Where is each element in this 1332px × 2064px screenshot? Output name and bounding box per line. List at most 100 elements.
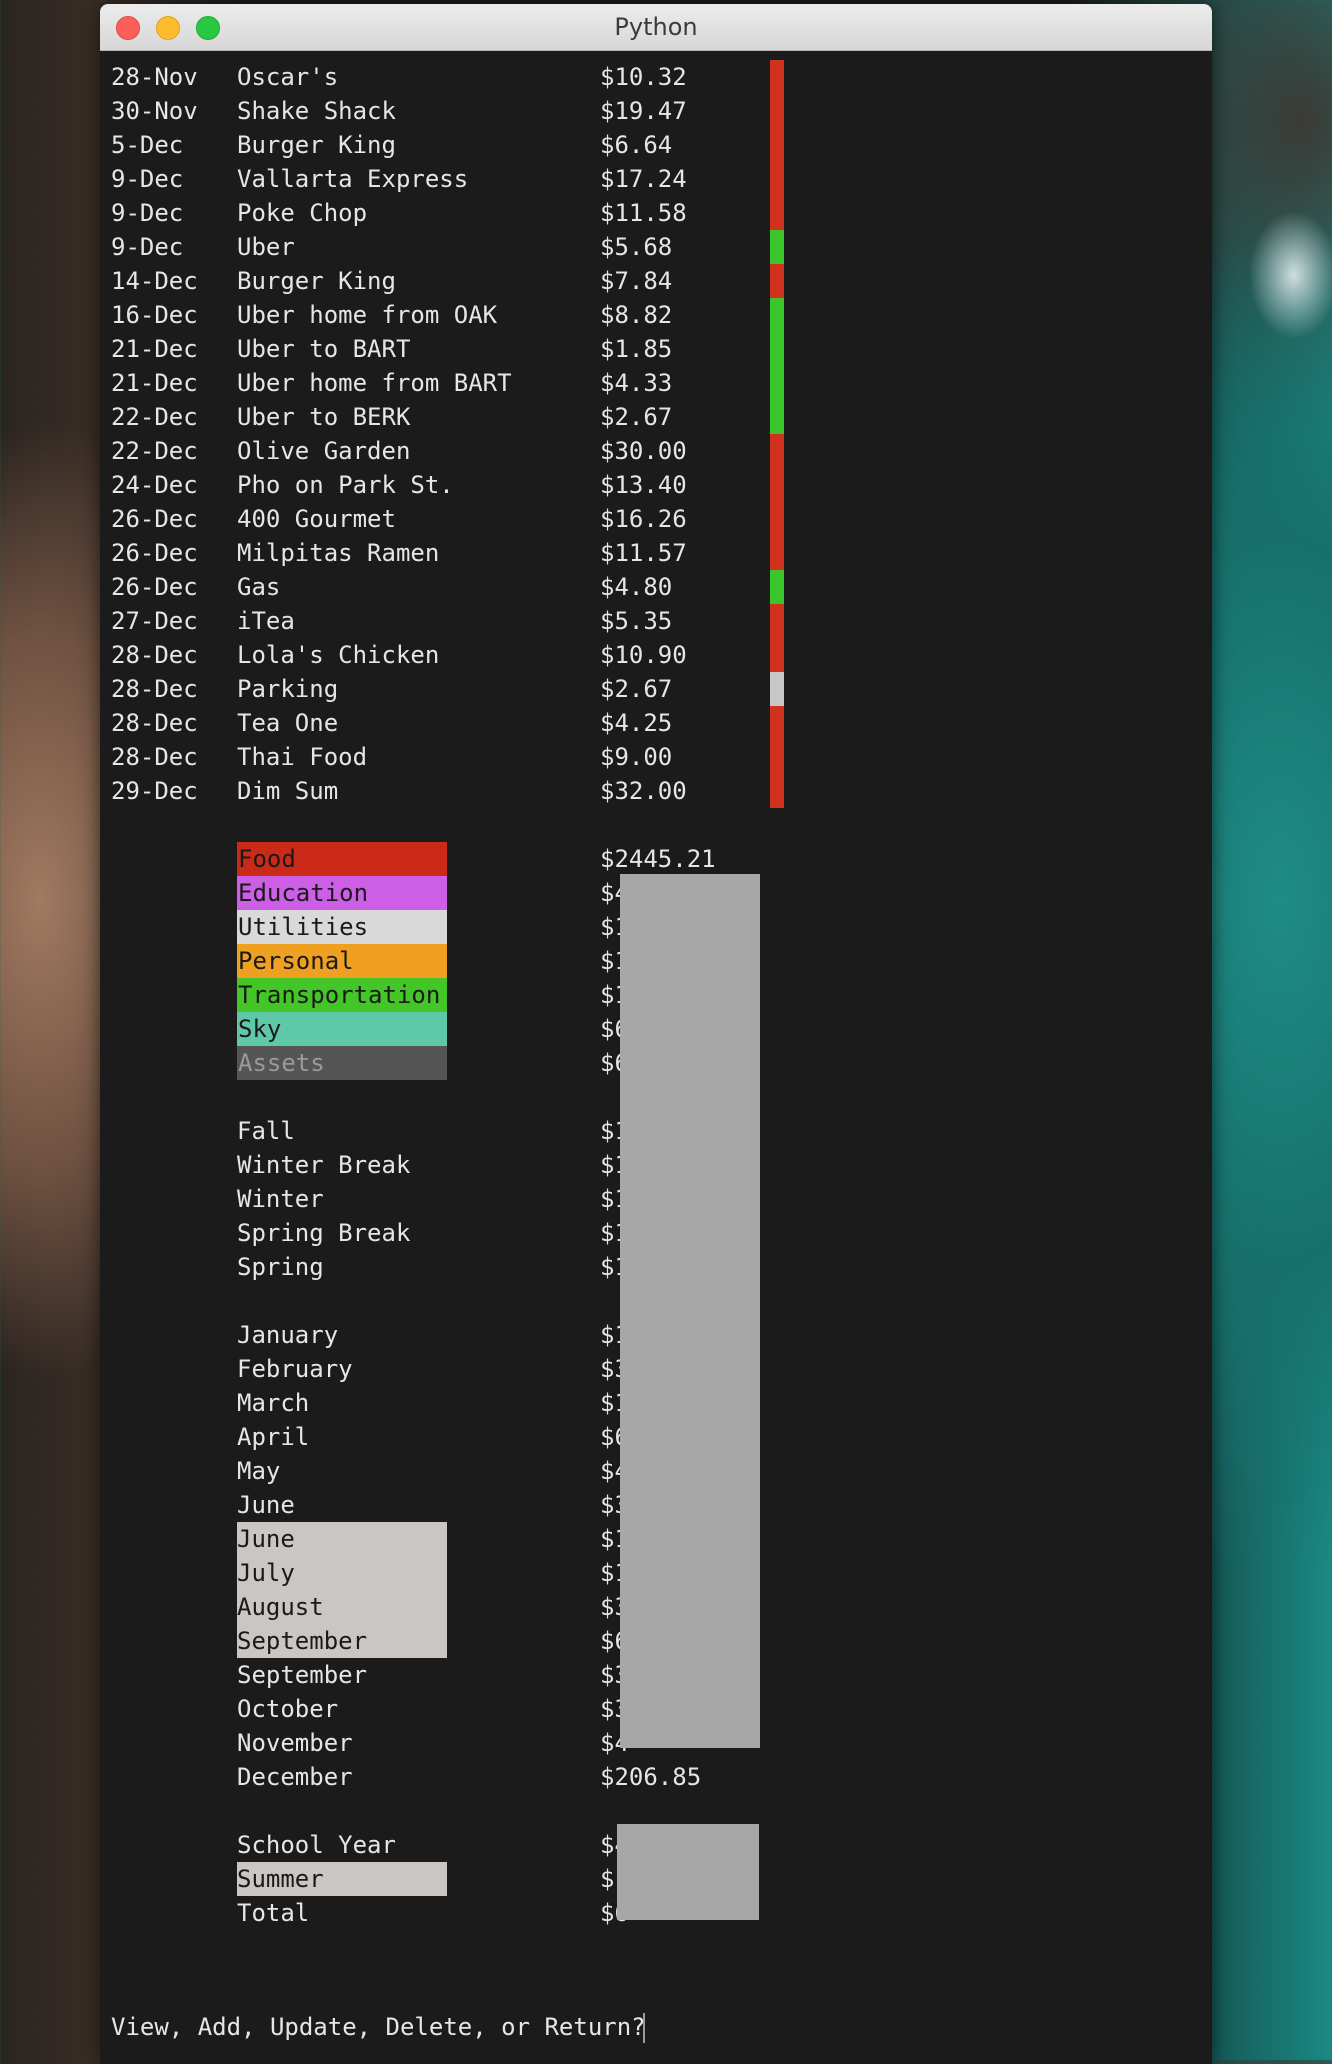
transaction-row[interactable]: 24-Dec Pho on Park St. $13.40 bbox=[100, 468, 1212, 502]
transaction-row[interactable]: 28-Dec Tea One $4.25 bbox=[100, 706, 1212, 740]
transaction-description: 400 Gourmet bbox=[237, 505, 396, 533]
category-amount: $2445.21 bbox=[600, 845, 716, 873]
transaction-amount: $10.32 bbox=[600, 63, 687, 91]
category-color-bar bbox=[770, 434, 784, 468]
transaction-row[interactable]: 30-Nov Shake Shack $19.47 bbox=[100, 94, 1212, 128]
transaction-row[interactable]: 9-Dec Poke Chop $11.58 bbox=[100, 196, 1212, 230]
transaction-description: Lola's Chicken bbox=[237, 641, 440, 669]
transaction-row[interactable]: 28-Dec Parking $2.67 bbox=[100, 672, 1212, 706]
season-label: Winter Break bbox=[237, 1151, 411, 1179]
transaction-amount: $11.58 bbox=[600, 199, 687, 227]
command-prompt: View, Add, Update, Delete, or Return? bbox=[111, 2013, 661, 2041]
transaction-row[interactable]: 16-Dec Uber home from OAK $8.82 bbox=[100, 298, 1212, 332]
transaction-description: Parking bbox=[237, 675, 339, 703]
transaction-date: 29-Dec bbox=[111, 777, 198, 805]
transaction-description: Gas bbox=[237, 573, 281, 601]
transaction-row[interactable]: 27-Dec iTea $5.35 bbox=[100, 604, 1212, 638]
transaction-date: 24-Dec bbox=[111, 471, 198, 499]
transaction-amount: $2.67 bbox=[600, 675, 673, 703]
month-label: September bbox=[237, 1661, 368, 1689]
transaction-row[interactable]: 29-Dec Dim Sum $32.00 bbox=[100, 774, 1212, 808]
transaction-amount: $2.67 bbox=[600, 403, 673, 431]
season-label: Spring bbox=[237, 1253, 324, 1281]
transaction-date: 28-Dec bbox=[111, 743, 198, 771]
month-label: September bbox=[237, 1627, 368, 1655]
category-color-bar bbox=[770, 196, 784, 230]
transaction-date: 30-Nov bbox=[111, 97, 198, 125]
transaction-row[interactable]: 21-Dec Uber to BART $1.85 bbox=[100, 332, 1212, 366]
category-label-assets: Assets bbox=[237, 1046, 447, 1080]
category-color-bar bbox=[770, 604, 784, 638]
month-label: November bbox=[237, 1729, 353, 1757]
transaction-row[interactable]: 22-Dec Uber to BERK $2.67 bbox=[100, 400, 1212, 434]
category-label-food: Food bbox=[237, 842, 447, 876]
season-label: Fall bbox=[237, 1117, 295, 1145]
transaction-amount: $7.84 bbox=[600, 267, 673, 295]
redaction-block bbox=[617, 1824, 759, 1920]
category-label-sky: Sky bbox=[237, 1012, 447, 1046]
month-label: February bbox=[237, 1355, 353, 1383]
transaction-row[interactable]: 9-Dec Uber $5.68 bbox=[100, 230, 1212, 264]
category-color-bar bbox=[770, 128, 784, 162]
transaction-amount: $1.85 bbox=[600, 335, 673, 363]
category-color-bar bbox=[770, 536, 784, 570]
transaction-row[interactable]: 26-Dec 400 Gourmet $16.26 bbox=[100, 502, 1212, 536]
transaction-row[interactable]: 28-Dec Thai Food $9.00 bbox=[100, 740, 1212, 774]
category-color-bar bbox=[770, 366, 784, 400]
redaction-block bbox=[620, 874, 760, 1748]
month-label: April bbox=[237, 1423, 310, 1451]
transaction-description: Tea One bbox=[237, 709, 339, 737]
transaction-date: 22-Dec bbox=[111, 403, 198, 431]
transaction-description: Burger King bbox=[237, 267, 396, 295]
month-label: June bbox=[237, 1525, 295, 1553]
window-title: Python bbox=[614, 13, 698, 41]
month-label: March bbox=[237, 1389, 310, 1417]
category-color-bar bbox=[770, 94, 784, 128]
transaction-description: Pho on Park St. bbox=[237, 471, 454, 499]
transaction-amount: $9.00 bbox=[600, 743, 673, 771]
category-color-bar bbox=[770, 672, 784, 706]
transaction-amount: $10.90 bbox=[600, 641, 687, 669]
month-label: May bbox=[237, 1457, 281, 1485]
transaction-row[interactable]: 28-Nov Oscar's $10.32 bbox=[100, 60, 1212, 94]
transaction-amount: $6.64 bbox=[600, 131, 673, 159]
transaction-row[interactable]: 26-Dec Gas $4.80 bbox=[100, 570, 1212, 604]
month-label: October bbox=[237, 1695, 339, 1723]
transaction-date: 9-Dec bbox=[111, 199, 184, 227]
transaction-row[interactable]: 9-Dec Vallarta Express $17.24 bbox=[100, 162, 1212, 196]
terminal-content[interactable]: 28-Nov Oscar's $10.32 30-Nov Shake Shack $19.… bbox=[100, 50, 1212, 2064]
transaction-date: 27-Dec bbox=[111, 607, 198, 635]
transaction-description: Uber to BERK bbox=[237, 403, 411, 431]
category-color-bar bbox=[770, 502, 784, 536]
transaction-date: 28-Nov bbox=[111, 63, 198, 91]
transaction-amount: $5.68 bbox=[600, 233, 673, 261]
transaction-description: Uber bbox=[237, 233, 295, 261]
transaction-amount: $5.35 bbox=[600, 607, 673, 635]
transaction-row[interactable]: 21-Dec Uber home from BART $4.33 bbox=[100, 366, 1212, 400]
title-bar[interactable]: Python bbox=[100, 4, 1212, 51]
transaction-row[interactable]: 22-Dec Olive Garden $30.00 bbox=[100, 434, 1212, 468]
month-row[interactable]: December $206.85 bbox=[100, 1760, 1212, 1794]
transaction-description: Milpitas Ramen bbox=[237, 539, 440, 567]
transaction-amount: $13.40 bbox=[600, 471, 687, 499]
transaction-date: 28-Dec bbox=[111, 675, 198, 703]
month-label: August bbox=[237, 1593, 324, 1621]
transaction-amount: $11.57 bbox=[600, 539, 687, 567]
transaction-description: Oscar's bbox=[237, 63, 339, 91]
month-label: January bbox=[237, 1321, 339, 1349]
transaction-amount: $17.24 bbox=[600, 165, 687, 193]
transaction-amount: $4.25 bbox=[600, 709, 673, 737]
transaction-date: 26-Dec bbox=[111, 573, 198, 601]
transaction-row[interactable]: 5-Dec Burger King $6.64 bbox=[100, 128, 1212, 162]
transaction-row[interactable]: 26-Dec Milpitas Ramen $11.57 bbox=[100, 536, 1212, 570]
category-color-bar bbox=[770, 264, 784, 298]
transaction-date: 28-Dec bbox=[111, 709, 198, 737]
category-color-bar bbox=[770, 638, 784, 672]
transaction-row[interactable]: 14-Dec Burger King $7.84 bbox=[100, 264, 1212, 298]
month-label: December bbox=[237, 1763, 353, 1791]
transaction-description: Olive Garden bbox=[237, 437, 411, 465]
category-color-bar bbox=[770, 740, 784, 774]
category-row[interactable]: Food $2445.21 bbox=[100, 842, 1212, 876]
transaction-row[interactable]: 28-Dec Lola's Chicken $10.90 bbox=[100, 638, 1212, 672]
text-cursor[interactable] bbox=[643, 2013, 645, 2043]
